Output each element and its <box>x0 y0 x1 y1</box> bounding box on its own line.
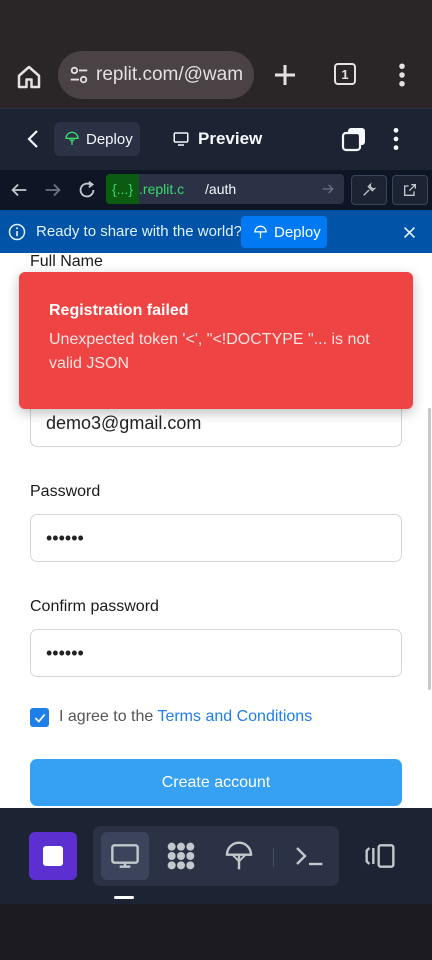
error-toast: Registration failed Unexpected token '<'… <box>19 272 413 409</box>
toolbar-divider <box>273 848 274 866</box>
agent-icon <box>43 846 63 866</box>
replit-bottom-toolbar <box>0 808 432 904</box>
chevron-left-icon[interactable] <box>22 127 46 151</box>
terminal-icon[interactable] <box>293 840 325 872</box>
dev-url-prefix: {...} <box>106 174 140 204</box>
scrollbar[interactable] <box>428 408 431 690</box>
full-name-label: Full Name <box>30 253 103 270</box>
preview-tab-label: Preview <box>198 129 263 148</box>
open-external-button[interactable] <box>392 175 428 205</box>
webview-url-bar[interactable]: {...} .replit.c /auth <box>106 174 344 204</box>
password-field[interactable]: •••••• <box>30 514 402 562</box>
status-bar <box>0 0 432 48</box>
plus-icon[interactable] <box>270 60 300 90</box>
replit-header: Deploy Preview <box>0 108 432 170</box>
layout-icon[interactable] <box>364 840 396 872</box>
terms-link[interactable]: Terms and Conditions <box>157 708 312 725</box>
webview-address-row: {...} .replit.c /auth <box>0 170 432 210</box>
info-icon <box>8 223 26 241</box>
deploy-tab[interactable]: Deploy <box>54 122 140 156</box>
dev-url-domain: .replit.c <box>139 181 185 197</box>
pane-switcher <box>93 826 339 886</box>
kebab-menu-icon[interactable] <box>386 126 406 152</box>
monitor-icon <box>111 844 139 868</box>
confirm-password-label: Confirm password <box>30 598 159 615</box>
grid-icon[interactable] <box>165 840 197 872</box>
open-external-icon <box>404 184 416 196</box>
agree-label: I agree to the <box>59 708 158 725</box>
reload-icon[interactable] <box>76 179 98 201</box>
home-icon[interactable] <box>14 62 44 92</box>
terms-text: I agree to the Terms and Conditions <box>59 708 312 726</box>
tab-switcher-button[interactable]: 1 <box>334 63 356 85</box>
terms-checkbox[interactable] <box>30 708 49 727</box>
arrow-left-icon[interactable] <box>8 179 30 201</box>
wrench-icon <box>363 182 377 196</box>
kebab-menu-icon[interactable] <box>392 60 412 90</box>
site-settings-icon[interactable] <box>68 64 90 86</box>
deploy-icon <box>65 131 79 145</box>
arrow-right-icon[interactable] <box>42 179 64 201</box>
banner-deploy-label: Deploy <box>274 223 321 241</box>
password-label: Password <box>30 483 101 500</box>
close-icon[interactable] <box>401 224 418 241</box>
monitor-icon <box>173 132 189 146</box>
browser-toolbar: replit.com/@wam 1 <box>0 48 432 108</box>
url-path: /auth <box>205 181 237 197</box>
create-account-button[interactable]: Create account <box>30 759 402 806</box>
deploy-icon <box>254 225 267 238</box>
arrow-right-icon[interactable] <box>320 181 336 197</box>
url-text: replit.com/@wam <box>96 64 244 85</box>
preview-tab[interactable]: Preview <box>172 122 262 156</box>
confirm-password-field[interactable]: •••••• <box>30 629 402 677</box>
toast-title: Registration failed <box>49 302 189 319</box>
agent-button[interactable] <box>29 832 77 880</box>
deploy-icon[interactable] <box>223 840 255 872</box>
windows-icon[interactable] <box>341 126 367 152</box>
deploy-tab-label: Deploy <box>86 130 133 148</box>
system-nav-area <box>0 904 432 960</box>
banner-deploy-button[interactable]: Deploy <box>241 216 327 248</box>
toast-description: Unexpected token '<', "<!DOCTYPE "... is… <box>49 331 370 372</box>
active-tab-indicator <box>114 896 134 899</box>
url-bar[interactable]: replit.com/@wam <box>58 51 254 99</box>
devtools-button[interactable] <box>351 175 387 205</box>
banner-message: Ready to share with the world? <box>36 223 242 240</box>
deploy-banner: Ready to share with the world? Deploy <box>0 210 432 253</box>
check-icon <box>34 713 45 723</box>
